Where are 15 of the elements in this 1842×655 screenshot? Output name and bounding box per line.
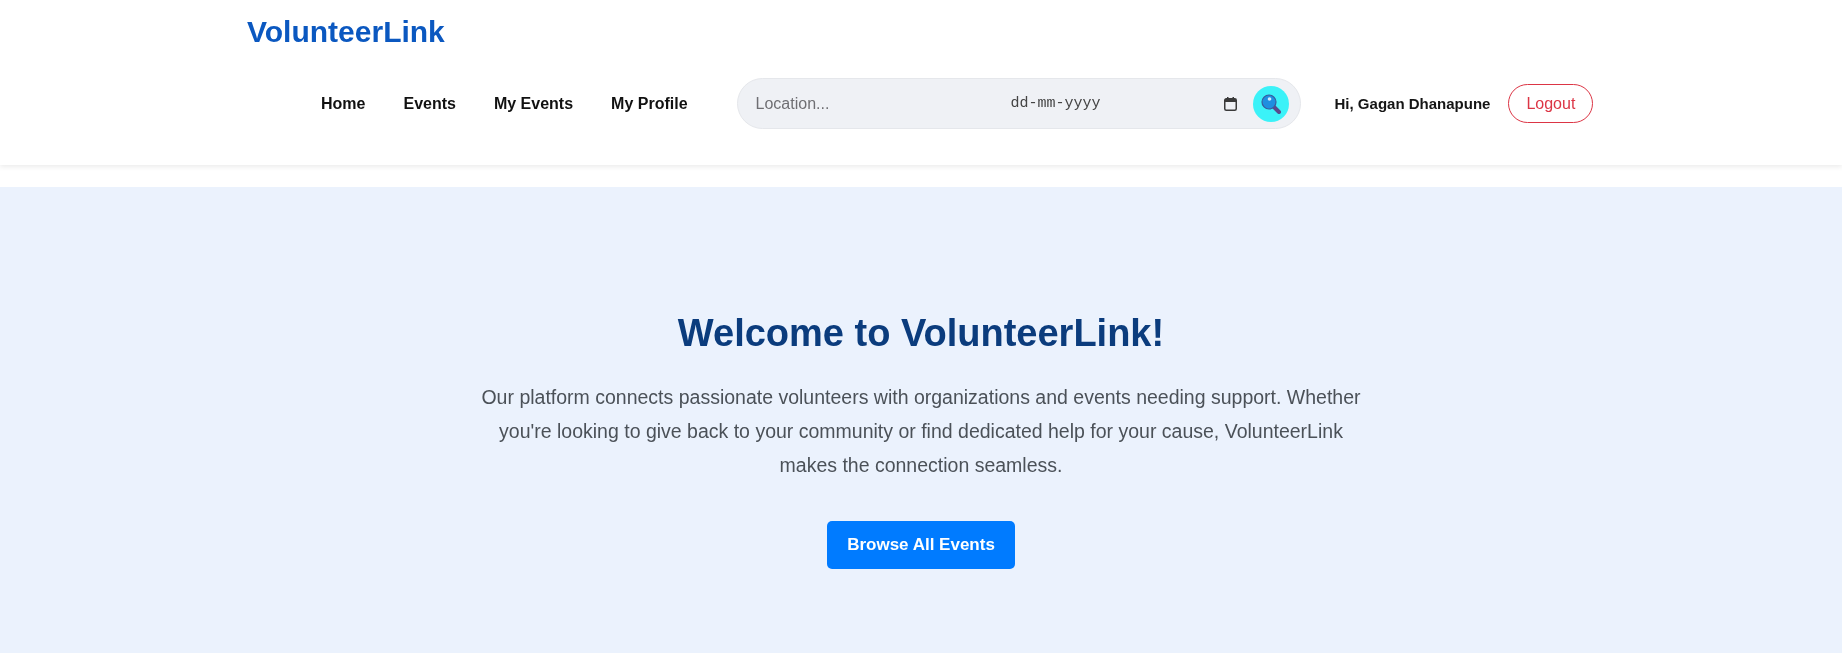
nav-link[interactable]: My Events bbox=[493, 92, 574, 115]
hero-title: Welcome to VolunteerLink! bbox=[677, 311, 1165, 356]
nav-link[interactable]: Home bbox=[321, 92, 366, 115]
date-field[interactable]: dd-mm-yyyy bbox=[1010, 92, 1204, 115]
logo-text[interactable]: VolunteerLink bbox=[247, 15, 445, 49]
browse-events-button[interactable]: Browse All Events bbox=[827, 521, 1015, 569]
user-greeting: Hi, Gagan Dhanapune bbox=[1334, 95, 1491, 112]
nav-link[interactable]: Events bbox=[403, 92, 456, 115]
search-button[interactable] bbox=[1252, 85, 1289, 122]
calendar-icon[interactable] bbox=[1223, 96, 1237, 111]
logout-button[interactable]: Logout bbox=[1508, 84, 1594, 123]
hero-description: Our platform connects passionate volunteers with organizations and events needing support. Whether you're looking to give back to your community or find dedicated help for your cause, VolunteerLink makes the connection seamless. bbox=[480, 385, 1362, 478]
search-icon bbox=[1260, 93, 1281, 114]
nav-link[interactable]: My Profile bbox=[611, 92, 688, 115]
location-field[interactable]: Location... bbox=[755, 91, 1011, 116]
